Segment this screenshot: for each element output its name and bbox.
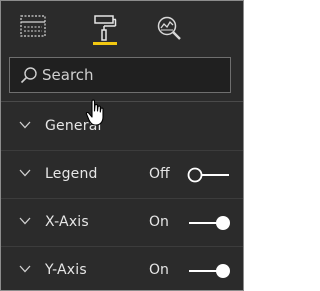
x-axis-toggle[interactable] [187,214,231,232]
search-icon [20,67,37,84]
chevron-down-icon [19,121,31,129]
visualizations-tabbar [1,1,243,53]
paint-roller-icon [94,15,117,41]
legend-toggle[interactable] [187,166,231,184]
chevron-down-icon [19,169,31,177]
chevron-down-icon [19,217,31,225]
section-label: X-Axis [45,214,89,230]
divider [1,101,243,102]
search-box[interactable] [9,57,231,93]
section-label: Legend [45,166,98,182]
section-label: General [45,118,102,134]
section-label: Y-Axis [45,262,87,278]
toggle-state-label: On [149,214,169,230]
tab-format[interactable] [85,11,125,45]
tab-analytics[interactable] [149,11,189,45]
section-x-axis[interactable]: X-Axis On [1,199,243,247]
analytics-magnifier-icon [157,16,181,40]
search-input[interactable] [42,58,222,92]
toggle-state-label: On [149,262,169,278]
fields-icon [20,15,46,37]
section-y-axis[interactable]: Y-Axis On [1,247,243,290]
section-legend[interactable]: Legend Off [1,151,243,199]
y-axis-toggle[interactable] [187,262,231,280]
section-general[interactable]: General [1,103,243,151]
tab-fields[interactable] [13,11,53,45]
format-pane: General Legend Off X-Axis On Y-Axis On [0,0,244,291]
toggle-state-label: Off [149,166,170,182]
chevron-down-icon [19,265,31,273]
